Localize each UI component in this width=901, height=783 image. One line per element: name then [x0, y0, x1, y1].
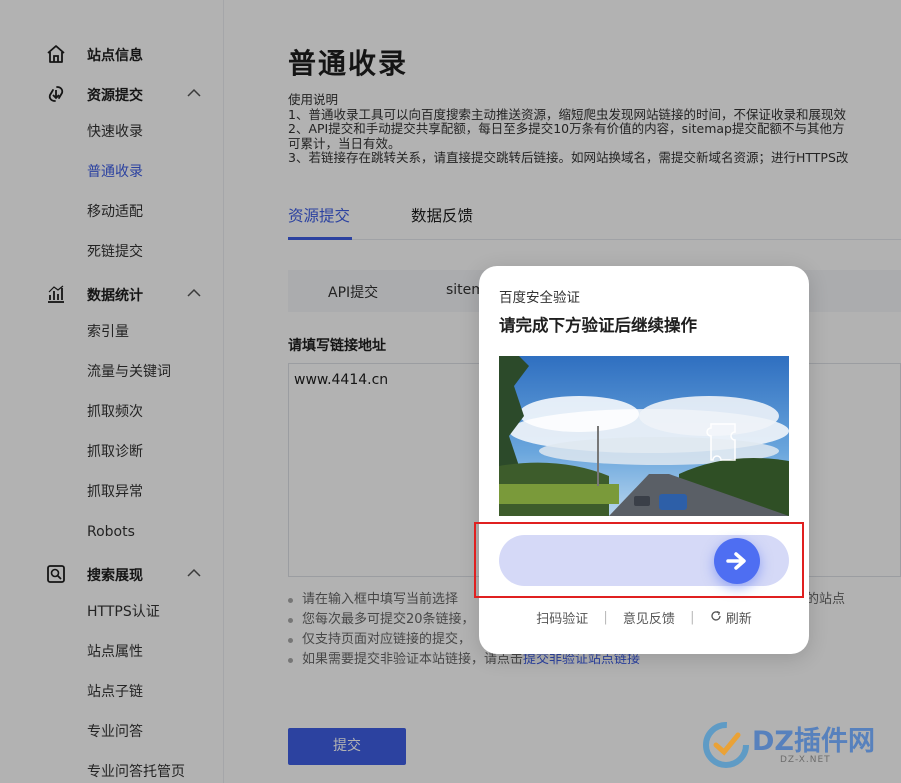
captcha-image [499, 356, 789, 516]
slider-handle[interactable] [714, 538, 760, 584]
captcha-dialog: 百度安全验证 请完成下方验证后继续操作 扫码验证 | 意见反馈 | 刷新 [474, 266, 809, 654]
puzzle-slot-icon [706, 423, 736, 461]
link-separator: | [690, 610, 695, 625]
watermark-logo: DZ插件网 DZ-X.NET [700, 715, 890, 775]
watermark-subtext: DZ-X.NET [780, 755, 831, 765]
refresh-link[interactable]: 刷新 [710, 608, 752, 627]
dz-logo-icon [703, 722, 749, 768]
captcha-title: 请完成下方验证后继续操作 [499, 316, 697, 335]
arrow-right-icon [726, 552, 746, 570]
captcha-links: 扫码验证 | 意见反馈 | 刷新 [479, 608, 809, 627]
refresh-icon [711, 610, 721, 621]
road-scene-image [499, 356, 789, 516]
watermark-text: DZ插件网 [752, 726, 875, 757]
refresh-label: 刷新 [725, 612, 752, 627]
scan-verify-link[interactable]: 扫码验证 [536, 608, 588, 627]
feedback-link[interactable]: 意见反馈 [623, 608, 675, 627]
captcha-brand: 百度安全验证 [499, 290, 580, 306]
link-separator: | [603, 610, 608, 625]
